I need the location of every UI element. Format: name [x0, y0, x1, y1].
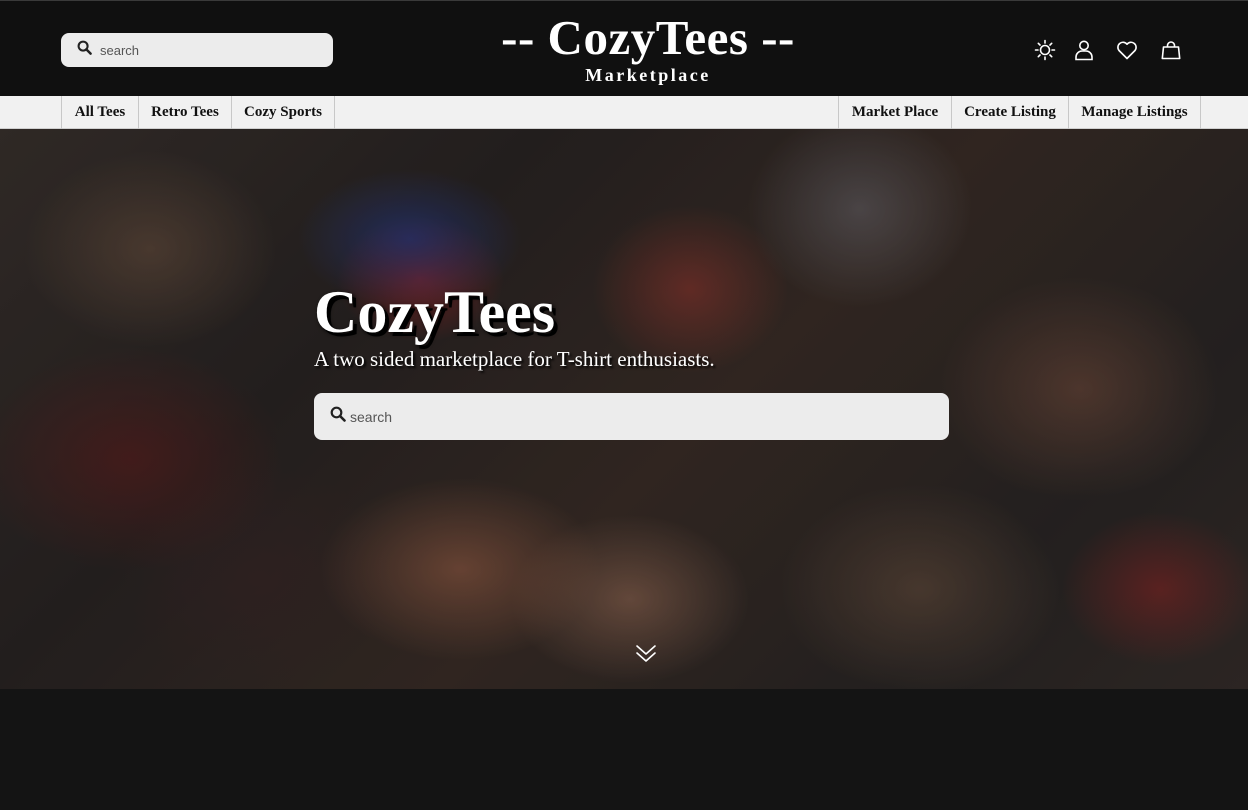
nav-manage-listings[interactable]: Manage Listings: [1068, 96, 1201, 129]
nav-retro-tees[interactable]: Retro Tees: [138, 96, 231, 129]
nav-market-place[interactable]: Market Place: [838, 96, 951, 129]
hero-banner: CozyTees A two sided marketplace for T-s…: [0, 129, 1248, 689]
cart-icon[interactable]: [1158, 37, 1184, 63]
brand-title: -- CozyTees --: [501, 10, 795, 65]
nav-create-listing[interactable]: Create Listing: [951, 96, 1068, 129]
hero-search-box[interactable]: [314, 393, 949, 440]
user-icon[interactable]: [1071, 37, 1097, 63]
hero-tagline: A two sided marketplace for T-shirt enth…: [314, 347, 715, 371]
category-nav: All Tees Retro Tees Cozy Sports Market P…: [0, 96, 1248, 129]
heart-icon[interactable]: [1114, 37, 1140, 63]
search-icon: [330, 406, 346, 427]
brand-logo[interactable]: -- CozyTees -- Marketplace: [474, 10, 822, 86]
header-search-box[interactable]: [61, 33, 333, 67]
hero-title: CozyTees: [314, 279, 556, 345]
hero-search-input[interactable]: [350, 408, 910, 425]
hero-content: CozyTees A two sided marketplace for T-s…: [314, 279, 954, 440]
site-header: -- CozyTees -- Marketplace: [0, 0, 1248, 96]
brand-subtitle: Marketplace: [585, 65, 711, 85]
header-search-input[interactable]: [100, 42, 320, 58]
page-content-area: [0, 689, 1248, 810]
search-icon: [77, 40, 92, 60]
chevron-double-down-icon[interactable]: [634, 641, 658, 665]
nav-all-tees[interactable]: All Tees: [61, 96, 138, 129]
nav-cozy-sports[interactable]: Cozy Sports: [231, 96, 335, 129]
theme-toggle-icon[interactable]: [1032, 37, 1058, 63]
